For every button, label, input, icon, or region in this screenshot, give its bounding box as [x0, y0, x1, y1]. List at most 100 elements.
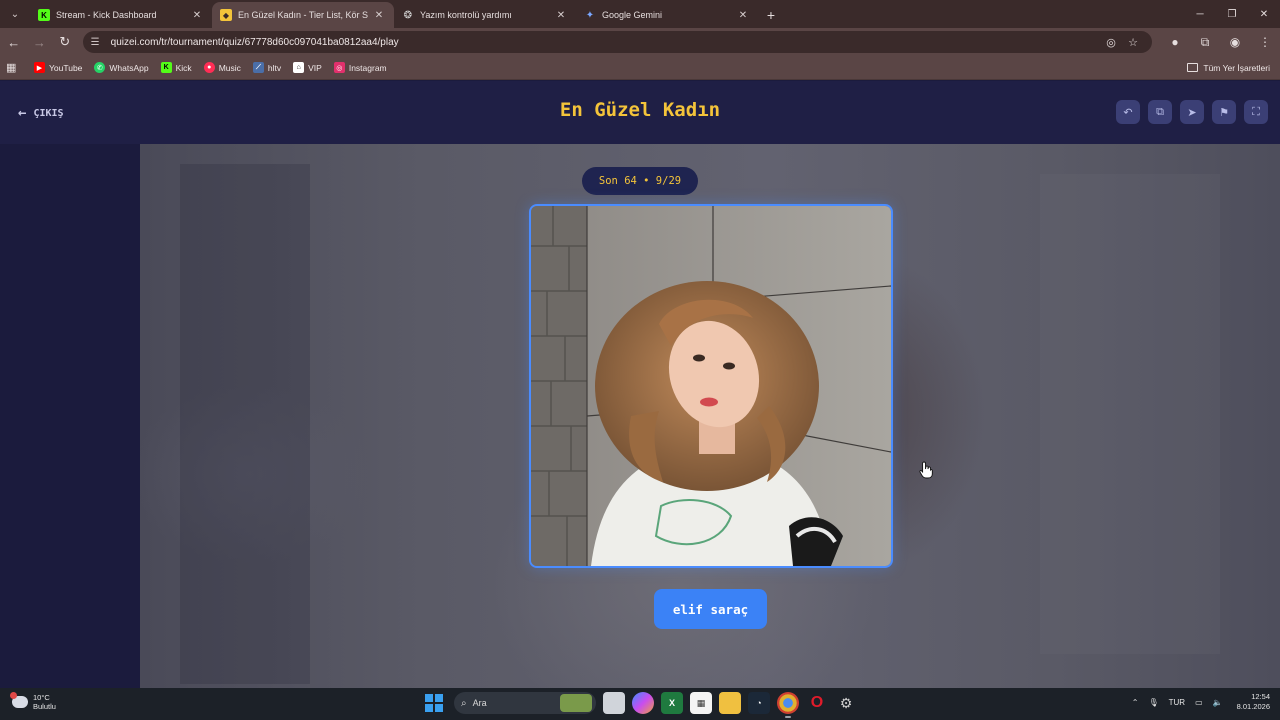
- bookmark-star-icon[interactable]: ☆: [1122, 36, 1144, 49]
- search-icon: ⌕: [461, 697, 467, 709]
- clock-date: 8.01.2026: [1236, 702, 1270, 711]
- browser-tab-strip: ⌄ K Stream - Kick Dashboard ✕ ◆ En Güzel…: [0, 0, 1280, 28]
- tab-close-icon[interactable]: ✕: [372, 10, 386, 21]
- hltv-icon: ⟋: [252, 62, 264, 73]
- quiz-page: ← ÇIKIŞ En Güzel Kadın ↶ ⧉ ➤ ⚑ ⛶ Son 64 …: [0, 81, 1280, 688]
- candidate-photo[interactable]: [529, 204, 893, 568]
- store-icon[interactable]: ▦: [690, 692, 712, 714]
- gemini-icon: ✦: [585, 9, 595, 21]
- kick-icon: K: [160, 62, 172, 73]
- browser-toolbar: ← → ↻ ☰ quizei.com/tr/tournament/quiz/67…: [0, 28, 1280, 56]
- bookmark-label: VIP: [308, 62, 322, 73]
- bookmark-kick[interactable]: K Kick: [160, 62, 192, 73]
- apps-grid-icon[interactable]: ▦: [6, 61, 20, 74]
- excel-icon[interactable]: X: [661, 692, 683, 714]
- tab-title: Stream - Kick Dashboard: [56, 10, 157, 20]
- bookmark-instagram[interactable]: ◎ Instagram: [333, 62, 387, 73]
- language-indicator[interactable]: TUR: [1169, 698, 1185, 707]
- weather-widget[interactable]: 10°C Bulutlu: [10, 692, 56, 711]
- tab-title: En Güzel Kadın - Tier List, Kör S: [238, 10, 369, 20]
- tab-google-gemini[interactable]: ✦ Google Gemini ✕: [576, 2, 758, 28]
- copilot-icon[interactable]: [632, 692, 654, 714]
- chevron-up-icon[interactable]: ⌃: [1132, 698, 1139, 707]
- bookmarks-folder-label: Tüm Yer İşaretleri: [1203, 62, 1270, 73]
- forward-icon[interactable]: →: [28, 30, 52, 54]
- tab-search-chevron-icon[interactable]: ⌄: [4, 3, 26, 25]
- music-icon: ●: [203, 62, 215, 73]
- taskbar-apps: ⌕ Ara X ▦ ◔ O ⚙: [424, 692, 857, 718]
- profile-avatar-icon[interactable]: ◉: [1220, 35, 1250, 50]
- extension-circle-icon[interactable]: ●: [1160, 35, 1190, 50]
- chrome-icon[interactable]: [777, 692, 799, 718]
- bookmark-vip[interactable]: ⌂ VIP: [293, 62, 322, 73]
- instagram-icon: ◎: [333, 62, 345, 73]
- undo-icon[interactable]: ↶: [1116, 100, 1140, 124]
- bookmark-label: hltv: [267, 62, 282, 73]
- send-icon[interactable]: ➤: [1180, 100, 1204, 124]
- fullscreen-icon[interactable]: ⛶: [1244, 100, 1268, 124]
- search-highlight-image: [560, 694, 592, 712]
- url-text: quizei.com/tr/tournament/quiz/67778d60c0…: [110, 36, 399, 48]
- windows-taskbar: 10°C Bulutlu ⌕ Ara X ▦ ◔ O ⚙ ⌃ 🎙 TUR ▭ 🔈…: [0, 688, 1280, 720]
- microphone-icon[interactable]: 🎙: [1148, 698, 1158, 707]
- steam-icon[interactable]: ◔: [748, 692, 770, 714]
- quiz-header: ← ÇIKIŞ En Güzel Kadın ↶ ⧉ ➤ ⚑ ⛶: [0, 81, 1280, 144]
- bookmark-youtube[interactable]: ▶ YouTube: [34, 62, 82, 73]
- clock[interactable]: 12:54 8.01.2026: [1237, 692, 1270, 712]
- round-badge: Son 64 • 9/29: [582, 167, 698, 195]
- more-menu-icon[interactable]: ⋮: [1250, 35, 1280, 50]
- volume-icon[interactable]: 🔈: [1213, 698, 1223, 707]
- tab-kick-dashboard[interactable]: K Stream - Kick Dashboard ✕: [30, 2, 212, 28]
- restore-icon[interactable]: ❐: [1216, 0, 1248, 28]
- window-controls: ─ ❐ ✕: [1184, 0, 1280, 28]
- eye-off-icon[interactable]: ◎: [1100, 36, 1122, 49]
- reload-icon[interactable]: ↻: [53, 30, 77, 54]
- new-tab-button[interactable]: +: [758, 2, 784, 28]
- minimize-icon[interactable]: ─: [1184, 0, 1216, 28]
- quizzei-icon: ◆: [220, 9, 232, 21]
- settings-gear-icon[interactable]: ⚙: [835, 692, 857, 714]
- opera-icon[interactable]: O: [806, 692, 828, 714]
- candidate-photo-image: [531, 206, 891, 566]
- bookmark-label: Instagram: [348, 62, 387, 73]
- tab-close-icon[interactable]: ✕: [736, 10, 750, 21]
- site-info-icon[interactable]: ☰: [91, 37, 105, 48]
- tab-close-icon[interactable]: ✕: [554, 10, 568, 21]
- weather-temp: 10°C: [33, 693, 50, 702]
- system-tray: ⌃ 🎙 TUR ▭ 🔈 12:54 8.01.2026: [1122, 692, 1270, 712]
- search-placeholder: Ara: [472, 698, 487, 708]
- clock-time: 12:54: [1251, 692, 1270, 701]
- tab-close-icon[interactable]: ✕: [190, 10, 204, 21]
- cloud-icon: [10, 692, 28, 708]
- bookmark-label: Kick: [175, 62, 192, 73]
- all-bookmarks-folder[interactable]: Tüm Yer İşaretleri: [1187, 63, 1270, 73]
- whatsapp-icon: ✆: [94, 62, 106, 73]
- file-explorer-icon[interactable]: [719, 692, 741, 714]
- hand-cursor-icon: [919, 461, 933, 479]
- bookmark-label: Music: [218, 62, 241, 73]
- address-bar[interactable]: ☰ quizei.com/tr/tournament/quiz/67778d60…: [82, 31, 1153, 53]
- candidate-name-button[interactable]: elif saraç: [654, 589, 767, 629]
- folder-icon: [1187, 63, 1199, 72]
- chatgpt-icon: ❂: [403, 9, 413, 21]
- share-icon[interactable]: ⧉: [1148, 100, 1172, 124]
- taskbar-search[interactable]: ⌕ Ara: [454, 692, 596, 714]
- bookmark-whatsapp[interactable]: ✆ WhatsApp: [94, 62, 149, 73]
- kick-icon: K: [38, 9, 50, 21]
- tab-yazim-kontrolu[interactable]: ❂ Yazım kontrolü yardımı ✕: [394, 2, 576, 28]
- bookmark-hltv[interactable]: ⟋ hltv: [252, 62, 282, 73]
- tab-quiz[interactable]: ◆ En Güzel Kadın - Tier List, Kör S ✕: [212, 2, 394, 28]
- page-title: En Güzel Kadın: [559, 99, 721, 121]
- weather-desc: Bulutlu: [33, 702, 56, 711]
- task-view-icon[interactable]: [603, 692, 625, 714]
- windows-start-icon[interactable]: [424, 693, 444, 713]
- tab-title: Yazım kontrolü yardımı: [420, 10, 512, 20]
- close-window-icon[interactable]: ✕: [1248, 0, 1280, 28]
- back-icon[interactable]: ←: [2, 30, 26, 54]
- extensions-puzzle-icon[interactable]: ⧉: [1190, 35, 1220, 50]
- header-actions: ↶ ⧉ ➤ ⚑ ⛶: [1108, 100, 1268, 124]
- bookmark-label: WhatsApp: [109, 62, 149, 73]
- bookmark-music[interactable]: ● Music: [203, 62, 241, 73]
- network-icon[interactable]: ▭: [1195, 698, 1203, 707]
- flag-icon[interactable]: ⚑: [1212, 100, 1236, 124]
